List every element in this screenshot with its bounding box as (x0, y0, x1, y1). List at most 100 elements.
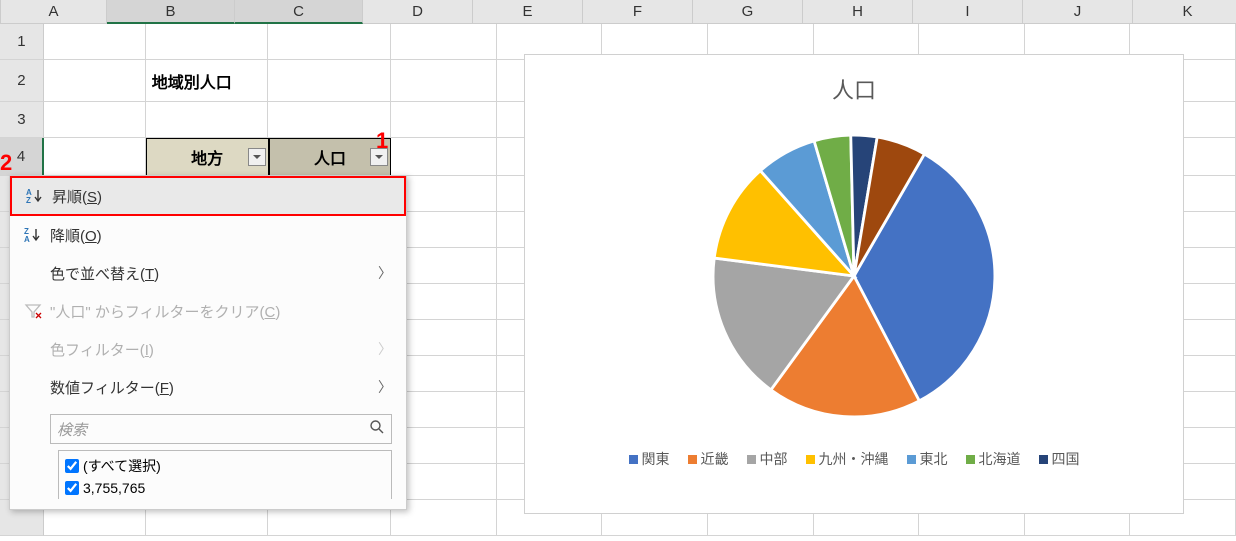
sort-by-color-label: 色で並べ替え(T) (50, 263, 159, 284)
pie-chart-object[interactable]: 人口 関東 近畿 中部 九州・沖縄 東北 北海道 四国 (524, 54, 1184, 514)
cell-text: 地域別人口 (152, 69, 232, 93)
cell-C4[interactable]: 人口 (269, 138, 392, 176)
cell-D4[interactable] (391, 138, 497, 176)
cell-D14[interactable] (391, 500, 497, 536)
cell-A3[interactable] (44, 102, 146, 138)
select-all-corner[interactable] (0, 0, 1, 24)
filter-search-input[interactable]: 検索 (50, 414, 392, 444)
column-header-B[interactable]: B (107, 0, 235, 24)
legend-item-関東[interactable]: 関東 (629, 449, 670, 469)
cell-A2[interactable] (44, 60, 146, 102)
svg-text:Z: Z (26, 196, 31, 205)
legend-label: 中部 (760, 449, 788, 469)
cell-D2[interactable] (391, 60, 497, 102)
column-header-F[interactable]: F (583, 0, 693, 24)
column-header-H[interactable]: H (803, 0, 913, 24)
cell-B2[interactable]: 地域別人口 (146, 60, 269, 102)
cell-C3[interactable] (268, 102, 391, 138)
clear-filter-icon (24, 302, 50, 320)
cell-D6[interactable] (391, 212, 497, 248)
number-filter-label: 数値フィルター(F) (50, 377, 174, 398)
legend-swatch (1039, 455, 1048, 464)
cell-C1[interactable] (268, 24, 391, 60)
column-header-A[interactable]: A (1, 0, 107, 24)
color-filter-label: 色フィルター(I) (50, 339, 154, 360)
column-header-J[interactable]: J (1023, 0, 1133, 24)
cell-D7[interactable] (391, 248, 497, 284)
legend-item-九州・沖縄[interactable]: 九州・沖縄 (806, 449, 889, 469)
number-filter-item[interactable]: 数値フィルター(F) 〉 (10, 368, 406, 406)
column-header-C[interactable]: C (235, 0, 363, 24)
sort-desc-icon: Z A (24, 226, 50, 244)
row-header-3[interactable]: 3 (0, 102, 44, 138)
legend-swatch (629, 455, 638, 464)
cell-A4[interactable] (44, 138, 146, 176)
sort-desc-label: 降順(O) (50, 225, 102, 246)
search-placeholder: 検索 (57, 419, 87, 440)
legend-item-近畿[interactable]: 近畿 (688, 449, 729, 469)
cell-B1[interactable] (146, 24, 269, 60)
sort-descending-item[interactable]: Z A 降順(O) (10, 216, 406, 254)
checkbox[interactable] (65, 459, 79, 473)
legend-swatch (747, 455, 756, 464)
cell-D13[interactable] (391, 464, 497, 500)
cell-C2[interactable] (268, 60, 391, 102)
column-header-G[interactable]: G (693, 0, 803, 24)
cell-B3[interactable] (146, 102, 269, 138)
column-header-I[interactable]: I (913, 0, 1023, 24)
cell-text: 人口 (314, 145, 346, 169)
cell-D8[interactable] (391, 284, 497, 320)
cell-D10[interactable] (391, 356, 497, 392)
legend-item-中部[interactable]: 中部 (747, 449, 788, 469)
row-header-2[interactable]: 2 (0, 60, 44, 102)
submenu-arrow-icon: 〉 (378, 339, 392, 359)
chart-plot-area (525, 111, 1183, 441)
legend-item-四国[interactable]: 四国 (1039, 449, 1080, 469)
cell-B4[interactable]: 地方 (146, 138, 269, 176)
legend-label: 東北 (920, 449, 948, 469)
pie-svg (699, 121, 1009, 431)
cell-D1[interactable] (391, 24, 497, 60)
cell-D11[interactable] (391, 392, 497, 428)
color-filter-item: 色フィルター(I) 〉 (10, 330, 406, 368)
filter-check-value[interactable]: 3,755,765 (65, 477, 385, 499)
column-header-K[interactable]: K (1133, 0, 1236, 24)
legend-item-北海道[interactable]: 北海道 (966, 449, 1021, 469)
legend-label: 関東 (642, 449, 670, 469)
column-header-E[interactable]: E (473, 0, 583, 24)
legend-label: 北海道 (979, 449, 1021, 469)
cell-D9[interactable] (391, 320, 497, 356)
sort-ascending-item[interactable]: A Z 昇順(S) (10, 176, 406, 216)
legend-label: 四国 (1052, 449, 1080, 469)
filter-value-list[interactable]: (すべて選択) 3,755,765 (58, 450, 392, 499)
sort-asc-label: 昇順(S) (52, 186, 102, 207)
svg-text:A: A (24, 235, 30, 244)
cell-A1[interactable] (44, 24, 146, 60)
annotation-2: 2 (0, 150, 12, 176)
legend-label: 近畿 (701, 449, 729, 469)
chart-title: 人口 (525, 55, 1183, 111)
sort-by-color-item[interactable]: 色で並べ替え(T) 〉 (10, 254, 406, 292)
legend-swatch (966, 455, 975, 464)
cell-D3[interactable] (391, 102, 497, 138)
checkbox[interactable] (65, 481, 79, 495)
cell-D5[interactable] (391, 176, 497, 212)
legend-item-東北[interactable]: 東北 (907, 449, 948, 469)
search-icon (369, 419, 385, 439)
cell-D12[interactable] (391, 428, 497, 464)
legend-swatch (806, 455, 815, 464)
chart-legend: 関東 近畿 中部 九州・沖縄 東北 北海道 四国 (525, 441, 1183, 477)
sort-asc-icon: A Z (26, 187, 52, 205)
clear-filter-label: "人口" からフィルターをクリア(C) (50, 301, 280, 322)
row-header-1[interactable]: 1 (0, 24, 44, 60)
legend-label: 九州・沖縄 (819, 449, 889, 469)
legend-swatch (907, 455, 916, 464)
filter-dropdown-button[interactable] (248, 148, 266, 166)
submenu-arrow-icon: 〉 (378, 263, 392, 283)
column-header-D[interactable]: D (363, 0, 473, 24)
filter-check-all[interactable]: (すべて選択) (65, 455, 385, 477)
legend-swatch (688, 455, 697, 464)
check-value-label: 3,755,765 (83, 480, 145, 496)
submenu-arrow-icon: 〉 (378, 377, 392, 397)
annotation-1: 1 (376, 128, 388, 154)
